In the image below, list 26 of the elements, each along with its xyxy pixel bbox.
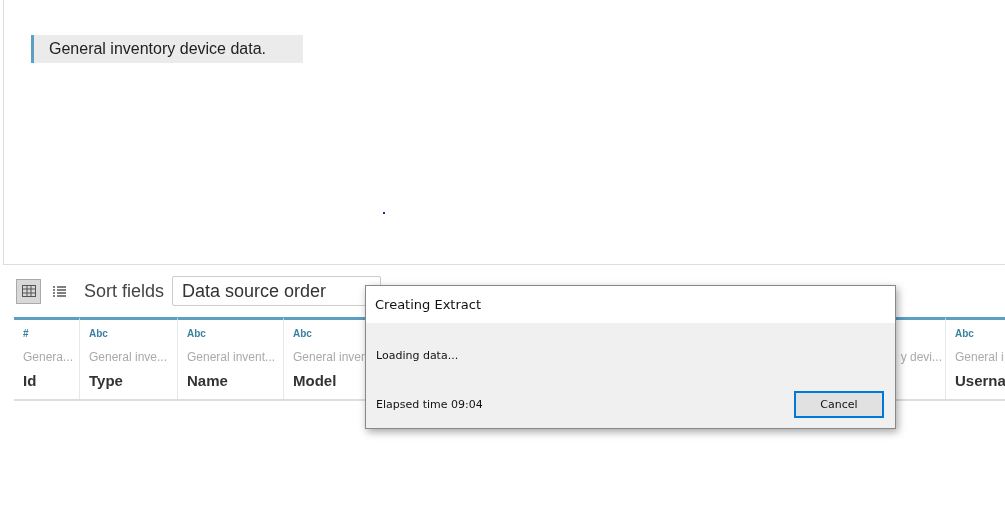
column-description: y devi... [900, 350, 942, 364]
cancel-button[interactable]: Cancel [794, 391, 884, 418]
grid-view-button[interactable] [16, 278, 41, 304]
elapsed-time: Elapsed time 09:04 [376, 398, 483, 411]
column-header[interactable]: Abc General invent... Name [178, 317, 284, 399]
type-icon: Abc [955, 328, 974, 339]
column-description: Genera... [23, 350, 74, 364]
sort-fields-label: Sort fields [84, 280, 165, 302]
type-icon: Abc [187, 328, 206, 339]
description-text: General inventory device data. [31, 35, 303, 63]
column-description: General invent... [187, 350, 276, 364]
loading-message: Loading data... [376, 349, 460, 364]
type-icon: # [23, 328, 29, 339]
column-name: Type [89, 372, 123, 389]
column-name: Id [23, 372, 37, 389]
dot-mark [383, 212, 385, 214]
grid-icon [21, 285, 36, 297]
column-description: General i [955, 350, 1004, 364]
type-icon: Abc [89, 328, 108, 339]
list-icon [53, 285, 66, 297]
column-header[interactable]: Abc General inve... Type [80, 317, 178, 399]
column-description: General inve... [89, 350, 168, 364]
column-header[interactable]: # Genera... Id [14, 317, 80, 399]
column-name: Model [293, 372, 337, 389]
column-name: Name [187, 372, 228, 389]
type-icon: Abc [293, 328, 312, 339]
